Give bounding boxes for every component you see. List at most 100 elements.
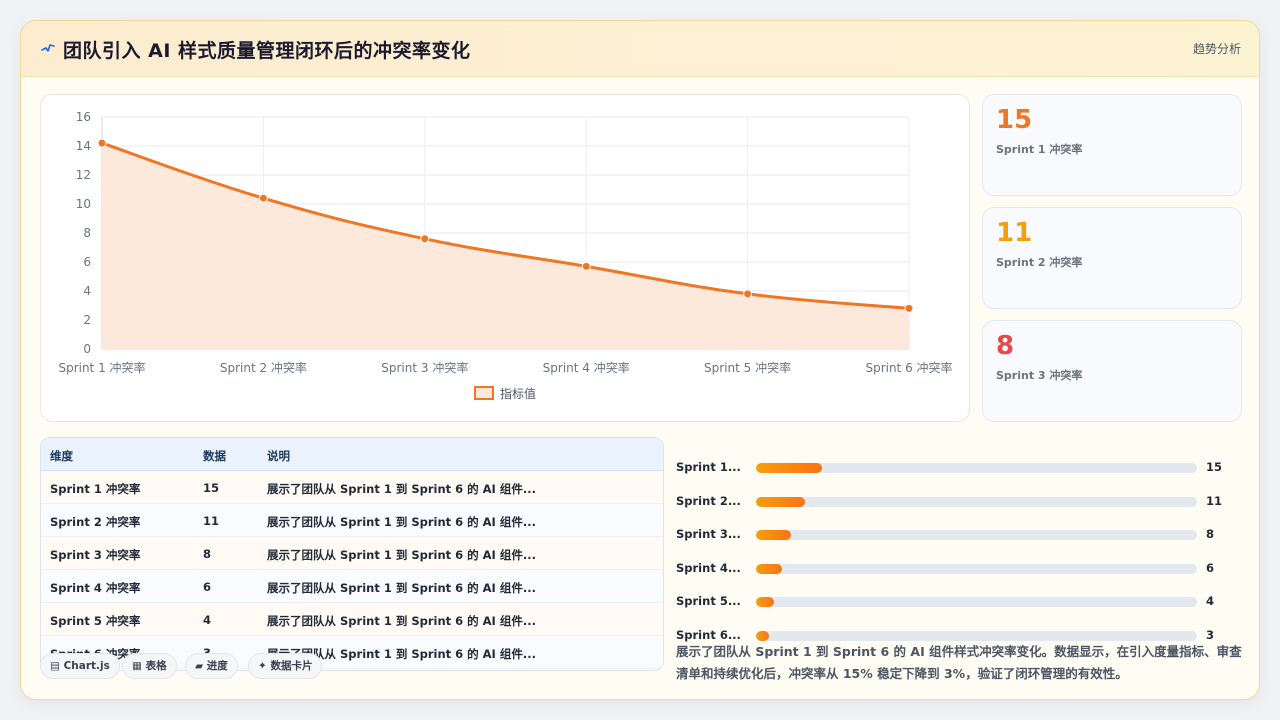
progress-fill xyxy=(756,463,823,473)
page-title: 团队引入 AI 样式质量管理闭环后的冲突率变化 xyxy=(63,40,471,62)
stat-value: 15 xyxy=(996,105,1033,135)
progress-value: 8 xyxy=(1206,527,1215,541)
y-tick-label: 6 xyxy=(83,255,91,269)
progress-track xyxy=(756,631,1197,641)
table-header: 维度 数据 说明 xyxy=(41,438,663,471)
data-point xyxy=(904,303,914,313)
y-tick-label: 0 xyxy=(83,342,91,356)
progress-label: Sprint 4... xyxy=(676,561,741,575)
trend-analysis-tag: 趋势分析 xyxy=(1192,42,1241,56)
feature-pills: ▤ Chart.js ▦ 表格 ▰ 进度 ✦ 数据卡片 xyxy=(40,653,370,679)
pill-progress[interactable]: ▰ 进度 xyxy=(185,653,238,679)
stat-value: 11 xyxy=(996,218,1033,248)
progress-label: Sprint 2... xyxy=(676,494,741,508)
cell-description: 展示了团队从 Sprint 1 到 Sprint 6 的 AI 组件... xyxy=(267,482,536,496)
progress-label: Sprint 5... xyxy=(676,594,741,608)
data-point xyxy=(581,261,591,271)
y-tick-label: 12 xyxy=(76,168,91,182)
y-tick-label: 16 xyxy=(76,110,91,124)
progress-icon: ▰ xyxy=(195,660,204,672)
table-icon: ▦ xyxy=(132,660,142,672)
header: 团队引入 AI 样式质量管理闭环后的冲突率变化 趋势分析 xyxy=(21,21,1259,77)
cell-dimension: Sprint 1 冲突率 xyxy=(50,482,141,496)
y-tick-label: 8 xyxy=(83,226,91,240)
pill-label: 数据卡片 xyxy=(270,660,313,672)
x-tick-label: Sprint 2 冲突率 xyxy=(220,360,307,375)
table-row: Sprint 3 冲突率 8 展示了团队从 Sprint 1 到 Sprint … xyxy=(41,537,663,570)
pill-table[interactable]: ▦ 表格 xyxy=(122,653,177,679)
y-tick-label: 10 xyxy=(76,197,91,211)
progress-fill xyxy=(756,530,792,540)
pill-label: 进度 xyxy=(206,660,228,672)
progress-fill xyxy=(756,497,805,507)
cell-description: 展示了团队从 Sprint 1 到 Sprint 6 的 AI 组件... xyxy=(267,614,536,628)
progress-row: Sprint 2... 11 xyxy=(676,491,1246,511)
cell-dimension: Sprint 3 冲突率 xyxy=(50,548,141,562)
cell-dimension: Sprint 2 冲突率 xyxy=(50,515,141,529)
pill-data-cards[interactable]: ✦ 数据卡片 xyxy=(248,653,323,679)
cell-description: 展示了团队从 Sprint 1 到 Sprint 6 的 AI 组件... xyxy=(267,548,536,562)
pill-label: Chart.js xyxy=(63,660,110,672)
cell-description: 展示了团队从 Sprint 1 到 Sprint 6 的 AI 组件... xyxy=(267,515,536,529)
cell-data: 11 xyxy=(203,514,220,528)
stat-card-sprint-1: 15 Sprint 1 冲突率 xyxy=(982,94,1242,196)
progress-bars: Sprint 1... 15 Sprint 2... 11 Sprint 3..… xyxy=(676,437,1246,642)
chart-icon: ▤ xyxy=(50,660,60,672)
stat-card-sprint-3: 8 Sprint 3 冲突率 xyxy=(982,320,1242,422)
x-tick-label: Sprint 1 冲突率 xyxy=(58,360,145,375)
cell-description: 展示了团队从 Sprint 1 到 Sprint 6 的 AI 组件... xyxy=(267,581,536,595)
x-tick-label: Sprint 6 冲突率 xyxy=(865,360,952,375)
cell-dimension: Sprint 5 冲突率 xyxy=(50,614,141,628)
progress-track xyxy=(756,463,1197,473)
progress-value: 3 xyxy=(1206,628,1215,642)
pill-chartjs[interactable]: ▤ Chart.js xyxy=(40,653,120,679)
column-header-data: 数据 xyxy=(203,449,226,463)
progress-fill xyxy=(756,631,770,641)
stat-label: Sprint 1 冲突率 xyxy=(996,143,1083,156)
progress-value: 4 xyxy=(1206,594,1215,608)
dashboard-panel: 团队引入 AI 样式质量管理闭环后的冲突率变化 趋势分析 0 2 4 6 8 10 12 14… xyxy=(20,20,1260,700)
progress-value: 6 xyxy=(1206,561,1215,575)
line-chart-card: 0 2 4 6 8 10 12 14 16 Sprint 1 冲突率 Sprint 2 冲突率 Spr… xyxy=(40,94,970,422)
x-tick-label: Sprint 5 冲突率 xyxy=(704,360,791,375)
progress-track xyxy=(756,597,1197,607)
data-point xyxy=(743,289,753,299)
progress-fill xyxy=(756,564,783,574)
column-header-dimension: 维度 xyxy=(50,449,73,463)
table-row: Sprint 1 冲突率 15 展示了团队从 Sprint 1 到 Sprint… xyxy=(41,471,663,504)
progress-track xyxy=(756,564,1197,574)
cell-data: 8 xyxy=(203,547,212,561)
card-icon: ✦ xyxy=(258,660,267,672)
table-row: Sprint 2 冲突率 11 展示了团队从 Sprint 1 到 Sprint… xyxy=(41,504,663,537)
pill-label: 表格 xyxy=(145,660,167,672)
x-tick-label: Sprint 4 冲突率 xyxy=(543,360,630,375)
legend-label: 指标值 xyxy=(500,386,536,401)
stat-card-sprint-2: 11 Sprint 2 冲突率 xyxy=(982,207,1242,309)
progress-track xyxy=(756,497,1197,507)
progress-fill xyxy=(756,597,774,607)
progress-label: Sprint 1... xyxy=(676,460,741,474)
data-point xyxy=(97,138,107,148)
cell-data: 6 xyxy=(203,580,212,594)
progress-value: 11 xyxy=(1206,494,1223,508)
table-row: Sprint 5 冲突率 4 展示了团队从 Sprint 1 到 Sprint … xyxy=(41,603,663,636)
progress-row: Sprint 5... 4 xyxy=(676,591,1246,611)
progress-label: Sprint 3... xyxy=(676,527,741,541)
progress-row: Sprint 1... 15 xyxy=(676,457,1246,477)
progress-row: Sprint 3... 8 xyxy=(676,524,1246,544)
progress-row: Sprint 4... 6 xyxy=(676,558,1246,578)
data-point xyxy=(420,234,430,244)
pulse-icon xyxy=(41,44,55,52)
y-tick-label: 14 xyxy=(76,139,91,153)
data-point xyxy=(258,193,268,203)
progress-track xyxy=(756,530,1197,540)
legend-swatch xyxy=(474,386,494,400)
stat-value: 8 xyxy=(996,331,1015,361)
y-tick-label: 4 xyxy=(83,284,91,298)
y-tick-label: 2 xyxy=(83,313,91,327)
cell-data: 4 xyxy=(203,613,212,627)
x-tick-label: Sprint 3 冲突率 xyxy=(381,360,468,375)
cell-dimension: Sprint 4 冲突率 xyxy=(50,581,141,595)
cell-data: 15 xyxy=(203,481,220,495)
series-area xyxy=(102,143,909,349)
